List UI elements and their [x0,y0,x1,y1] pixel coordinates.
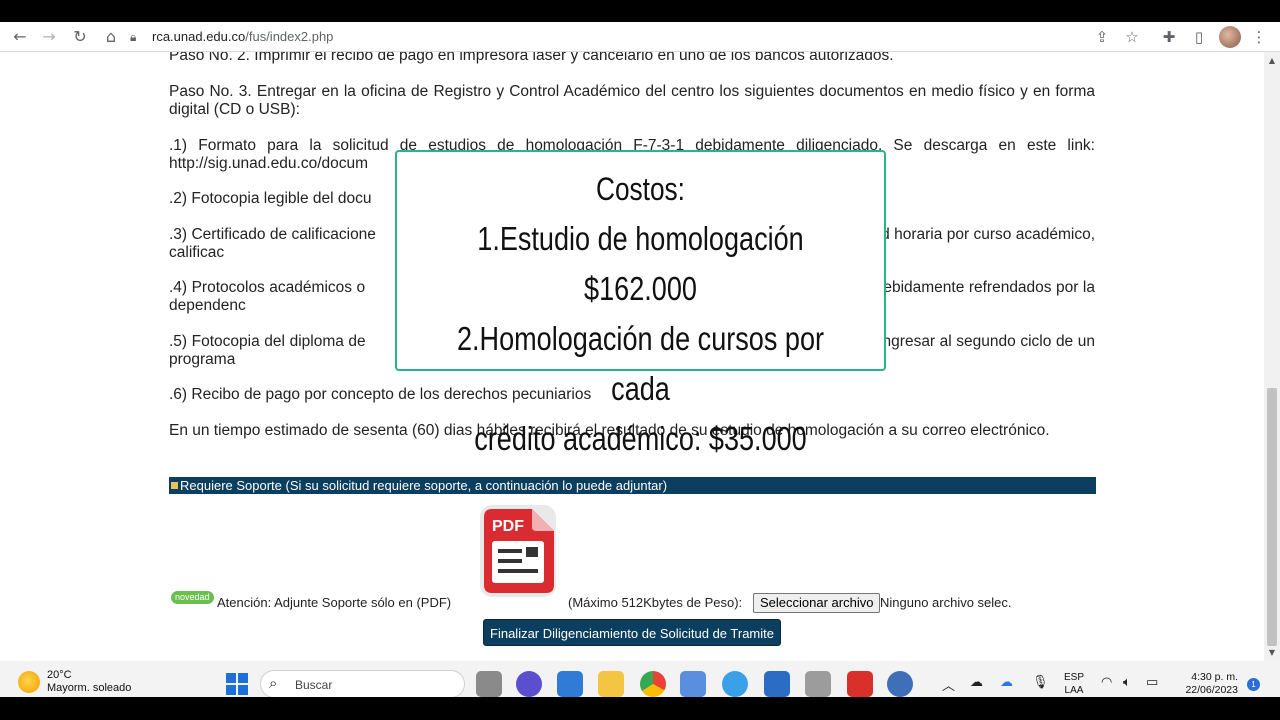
pdf-icon-label: PDF [492,518,524,535]
search-icon: ⌕ [269,674,278,692]
reload-icon[interactable]: ↻ [69,26,91,48]
paragraph-step2: Paso No. 2. Imprimir el recibo de pago e… [169,52,894,64]
costs-line-3: crédito académico: $35.000 [474,420,807,457]
home-icon[interactable]: ⌂ [100,26,122,48]
extensions-puzzle-icon[interactable]: ✚ [1158,26,1180,48]
taskbar-search[interactable]: ⌕ Buscar [260,670,465,698]
wifi-icon[interactable]: ◠ [1101,675,1112,690]
profile-avatar[interactable] [1219,26,1241,48]
help-app-icon[interactable] [722,671,748,697]
attention-text: Atención: Adjunte Soporte sólo en (PDF) [217,595,452,610]
pdf-file-icon: PDF [480,505,556,597]
windows-taskbar: 20°C Mayorm. soleado ⌕ Buscar ︿ ☁ ☁ 🎙︎ E… [0,661,1280,720]
bookmark-star-icon[interactable]: ☆ [1121,26,1143,48]
screen-bottom-strip [0,697,1280,720]
file-explorer-icon[interactable] [598,671,624,697]
scroll-up-icon[interactable]: ▲ [1264,54,1280,68]
app-mhp-icon[interactable] [680,671,706,697]
weather-desc: Mayorm. soleado [47,682,132,694]
costs-line-2: 2.Homologación de cursos por cada [456,320,825,407]
window-top-strip [0,0,1280,22]
mail-icon[interactable] [764,671,790,697]
onedrive-icon[interactable]: ☁ [1000,675,1013,690]
teams-chat-icon[interactable] [516,671,542,697]
novedad-badge: novedad [171,591,214,604]
weather-widget[interactable]: 20°C Mayorm. soleado [47,669,131,695]
screen: ← → ↻ ⌂ 🔒︎ rca.unad.edu.co/fus/index2.php… [0,0,1280,720]
clock-time: 4:30 p. m. [1191,671,1238,683]
bullet-square-icon [171,482,178,489]
support-section-header: Requiere Soporte (Si su solicitud requie… [169,477,1096,494]
microsoft-store-icon[interactable] [557,671,583,697]
acrobat-reader-icon[interactable] [847,671,873,697]
browser-toolbar: ← → ↻ ⌂ 🔒︎ rca.unad.edu.co/fus/index2.php… [0,22,1280,52]
microphone-icon[interactable]: 🎙︎ [1032,675,1049,690]
no-file-selected-text: Ninguno archivo selec. [880,595,1012,610]
scroll-down-icon[interactable]: ▼ [1264,646,1280,660]
share-icon[interactable]: ⇪ [1091,26,1113,48]
windows-start-icon[interactable] [226,673,248,695]
vertical-scrollbar[interactable]: ▲ ▼ [1264,52,1280,661]
battery-icon[interactable]: ▭ [1146,675,1158,690]
language-indicator[interactable]: ESP LAA [1064,671,1084,697]
language-code: ESP [1064,672,1085,683]
chrome-icon[interactable] [640,671,666,697]
app-circle-icon[interactable] [887,671,913,697]
menu-kebab-icon[interactable]: ⋮ [1248,26,1270,48]
system-clock[interactable]: 4:30 p. m. 22/06/2023 [1178,671,1238,697]
volume-icon[interactable]: 🔈︎ [1123,675,1131,690]
document-app-icon[interactable] [805,671,831,697]
keyboard-layout: LAA [1064,685,1084,696]
url-host: rca.unad.edu.co [152,29,246,44]
scrollbar-thumb[interactable] [1267,388,1277,646]
lock-icon: 🔒︎ [130,30,137,44]
max-size-text: (Máximo 512Kbytes de Peso): [568,595,743,610]
paragraph-step3: Paso No. 3. Entregar en la oficina de Re… [169,83,1095,118]
taskbar-search-placeholder: Buscar [295,678,333,692]
back-arrow-icon[interactable]: ← [9,26,31,48]
address-bar[interactable]: 🔒︎ rca.unad.edu.co/fus/index2.php [130,22,1150,52]
costs-overlay: Costos: 1.Estudio de homologación $162.0… [395,150,886,457]
show-hidden-icons-chevron-icon[interactable]: ︿ [942,675,955,694]
costs-line-1: 1.Estudio de homologación $162.000 [477,220,804,307]
cloud-sync-icon[interactable]: ☁ [970,675,983,690]
forward-arrow-icon[interactable]: → [38,26,60,48]
costs-title: Costos: [596,171,685,207]
url-path: /fus/index2.php [245,29,334,44]
select-file-button[interactable]: Seleccionar archivo [753,593,881,613]
side-panel-icon[interactable]: ▯ [1188,26,1210,48]
notification-badge[interactable]: 1 [1247,678,1260,691]
weather-sun-icon[interactable] [18,671,40,693]
support-section-title: Requiere Soporte (Si su solicitud requie… [180,478,668,493]
task-view-icon[interactable] [476,671,502,697]
clock-date: 22/06/2023 [1185,684,1238,696]
weather-temp: 20°C [47,669,72,681]
finalize-request-button[interactable]: Finalizar Diligenciamiento de Solicitud … [483,619,781,646]
